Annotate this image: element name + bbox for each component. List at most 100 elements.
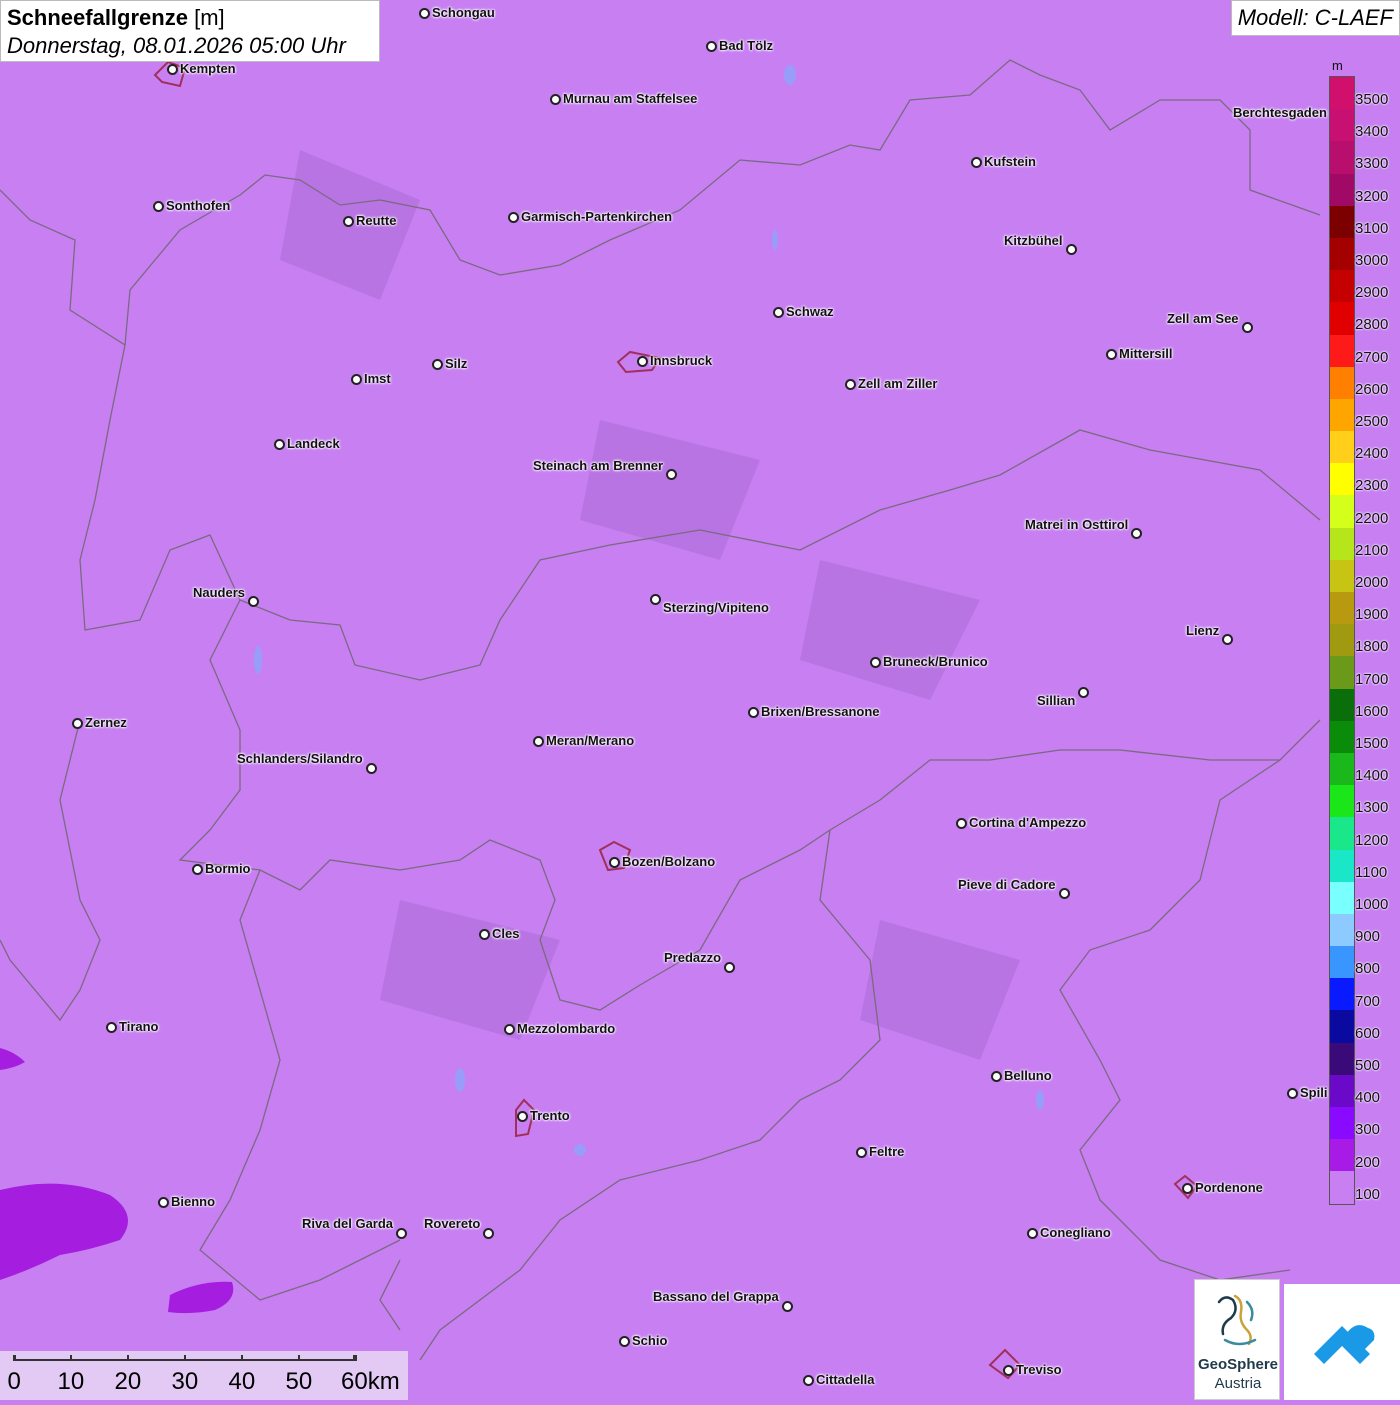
city-marker[interactable] (504, 1024, 515, 1035)
city-label[interactable]: Bozen/Bolzano (622, 854, 715, 869)
city-marker[interactable] (366, 763, 377, 774)
city-label[interactable]: Bassano del Grappa (653, 1289, 779, 1304)
city-label[interactable]: Kitzbühel (1004, 233, 1063, 248)
city-label[interactable]: Imst (364, 371, 391, 386)
city-label[interactable]: Tirano (119, 1019, 159, 1034)
city-label[interactable]: Kempten (180, 61, 236, 76)
city-marker[interactable] (550, 94, 561, 105)
city-label[interactable]: Conegliano (1040, 1225, 1111, 1240)
city-marker[interactable] (748, 707, 759, 718)
city-marker[interactable] (192, 864, 203, 875)
city-label[interactable]: Mezzolombardo (517, 1021, 615, 1036)
city-marker[interactable] (483, 1228, 494, 1239)
city-label[interactable]: Cles (492, 926, 519, 941)
city-label[interactable]: Riva del Garda (302, 1216, 393, 1231)
city-label[interactable]: Mittersill (1119, 346, 1172, 361)
city-label[interactable]: Schwaz (786, 304, 834, 319)
city-marker[interactable] (619, 1336, 630, 1347)
city-label[interactable]: Feltre (869, 1144, 904, 1159)
city-marker[interactable] (158, 1197, 169, 1208)
city-marker[interactable] (1003, 1365, 1014, 1376)
city-marker[interactable] (706, 41, 717, 52)
city-marker[interactable] (650, 594, 661, 605)
city-marker[interactable] (274, 439, 285, 450)
city-label[interactable]: Bienno (171, 1194, 215, 1209)
city-marker[interactable] (845, 379, 856, 390)
city-label[interactable]: Pordenone (1195, 1180, 1263, 1195)
city-label[interactable]: Schio (632, 1333, 667, 1348)
city-marker[interactable] (1242, 322, 1253, 333)
city-marker[interactable] (517, 1111, 528, 1122)
app-logo[interactable] (1284, 1284, 1400, 1400)
city-marker[interactable] (609, 857, 620, 868)
city-marker[interactable] (1106, 349, 1117, 360)
city-label[interactable]: Murnau am Staffelsee (563, 91, 697, 106)
city-marker[interactable] (773, 307, 784, 318)
city-label[interactable]: Schongau (432, 5, 495, 20)
city-label[interactable]: Belluno (1004, 1068, 1052, 1083)
city-label[interactable]: Bruneck/Brunico (883, 654, 988, 669)
city-label[interactable]: Schlanders/Silandro (237, 751, 363, 766)
city-label[interactable]: Lienz (1186, 623, 1219, 638)
city-label[interactable]: Sterzing/Vipiteno (663, 600, 769, 615)
city-marker[interactable] (419, 8, 430, 19)
city-marker[interactable] (479, 929, 490, 940)
city-marker[interactable] (971, 157, 982, 168)
city-label[interactable]: Matrei in Osttirol (1025, 517, 1128, 532)
city-marker[interactable] (1027, 1228, 1038, 1239)
city-label[interactable]: Brixen/Bressanone (761, 704, 880, 719)
city-label[interactable]: Steinach am Brenner (533, 458, 663, 473)
city-label[interactable]: Zell am See (1167, 311, 1239, 326)
city-marker[interactable] (1287, 1088, 1298, 1099)
city-marker[interactable] (396, 1228, 407, 1239)
city-marker[interactable] (153, 201, 164, 212)
city-marker[interactable] (1066, 244, 1077, 255)
city-marker[interactable] (637, 356, 648, 367)
city-marker[interactable] (1222, 634, 1233, 645)
city-label[interactable]: Kufstein (984, 154, 1036, 169)
city-marker[interactable] (533, 736, 544, 747)
city-label[interactable]: Bormio (205, 861, 251, 876)
city-label[interactable]: Berchtesgaden (1233, 105, 1327, 120)
city-marker[interactable] (106, 1022, 117, 1033)
city-marker[interactable] (803, 1375, 814, 1386)
city-marker[interactable] (991, 1071, 1002, 1082)
city-marker[interactable] (856, 1147, 867, 1158)
city-label[interactable]: Zell am Ziller (858, 376, 937, 391)
city-marker[interactable] (72, 718, 83, 729)
city-marker[interactable] (248, 596, 259, 607)
city-label[interactable]: Zernez (85, 715, 127, 730)
city-label[interactable]: Silz (445, 356, 467, 371)
city-label[interactable]: Bad Tölz (719, 38, 773, 53)
city-marker[interactable] (870, 657, 881, 668)
city-marker[interactable] (1182, 1183, 1193, 1194)
city-label[interactable]: Reutte (356, 213, 396, 228)
city-label[interactable]: Nauders (193, 585, 245, 600)
city-label[interactable]: Landeck (287, 436, 340, 451)
city-marker[interactable] (508, 212, 519, 223)
city-marker[interactable] (1059, 888, 1070, 899)
city-label[interactable]: Pieve di Cadore (958, 877, 1056, 892)
city-marker[interactable] (956, 818, 967, 829)
city-marker[interactable] (1131, 528, 1142, 539)
city-marker[interactable] (724, 962, 735, 973)
city-marker[interactable] (666, 469, 677, 480)
city-marker[interactable] (351, 374, 362, 385)
city-label[interactable]: Trento (530, 1108, 570, 1123)
city-label[interactable]: Treviso (1016, 1362, 1062, 1377)
city-label[interactable]: Predazzo (664, 950, 721, 965)
city-label[interactable]: Innsbruck (650, 353, 712, 368)
city-marker[interactable] (167, 64, 178, 75)
city-label[interactable]: Garmisch-Partenkirchen (521, 209, 672, 224)
city-label[interactable]: Cortina d'Ampezzo (969, 815, 1086, 830)
city-label[interactable]: Rovereto (424, 1216, 480, 1231)
city-label[interactable]: Meran/Merano (546, 733, 634, 748)
city-label[interactable]: Spili (1300, 1085, 1327, 1100)
city-marker[interactable] (343, 216, 354, 227)
geosphere-logo[interactable]: GeoSphere Austria (1194, 1279, 1280, 1400)
city-label[interactable]: Sonthofen (166, 198, 230, 213)
city-marker[interactable] (432, 359, 443, 370)
city-marker[interactable] (782, 1301, 793, 1312)
city-label[interactable]: Sillian (1037, 693, 1075, 708)
city-marker[interactable] (1078, 687, 1089, 698)
